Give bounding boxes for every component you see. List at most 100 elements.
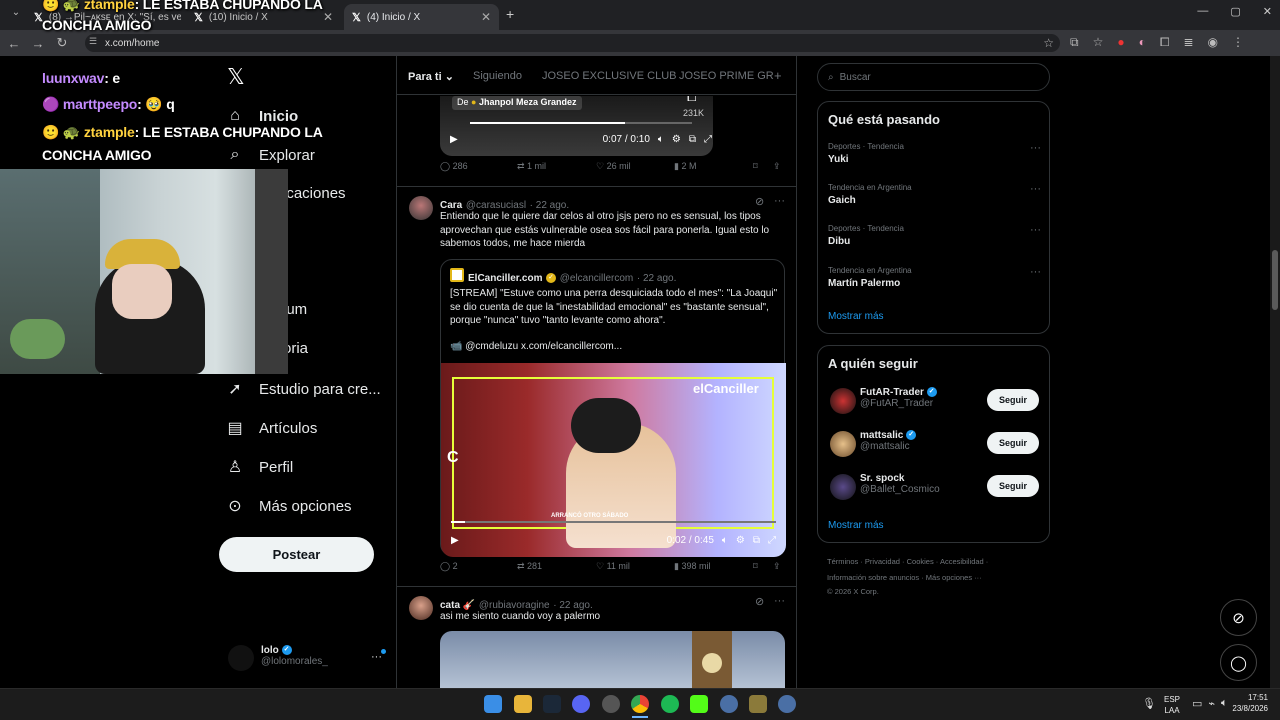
settings-icon[interactable]: ⚙: [736, 535, 745, 546]
tweet-image[interactable]: [440, 631, 785, 688]
back-icon[interactable]: ←: [2, 36, 26, 51]
install-app-icon[interactable]: ⧉: [1070, 35, 1079, 50]
follow-button[interactable]: Seguir: [987, 389, 1039, 411]
minecraft-icon[interactable]: [749, 695, 767, 713]
x-logo[interactable]: 𝕏: [227, 64, 245, 90]
sidebar-item-mas-opciones[interactable]: ⊙ Más opciones: [227, 496, 351, 516]
pip-icon[interactable]: ⧉: [689, 134, 696, 145]
app-icon[interactable]: [778, 695, 796, 713]
sidebar-item-notificaciones[interactable]: icaciones: [283, 185, 346, 202]
quoted-tweet[interactable]: ElCanciller.com ✓ @elcancillercom · 22 a…: [440, 259, 786, 557]
forward-icon[interactable]: →: [26, 36, 50, 51]
reload-icon[interactable]: ↻: [50, 35, 74, 51]
follow-user[interactable]: FutAR-Trader ✓ @FutAR_Trader: [860, 387, 937, 409]
steam-icon[interactable]: [543, 695, 561, 713]
sidebar-item-explorar[interactable]: ⌕ Explorar: [227, 146, 315, 164]
play-icon[interactable]: ▶: [450, 134, 458, 145]
obs-icon[interactable]: [602, 695, 620, 713]
trend-item[interactable]: Deportes · Tendencia Yuki ···: [828, 142, 1041, 165]
site-info-icon[interactable]: ☰: [89, 36, 97, 47]
account-switcher[interactable]: lolo ✓ @lolomorales_: [261, 645, 328, 667]
more-icon[interactable]: ···: [774, 595, 785, 607]
sidebar-item-estudio[interactable]: ➚ Estudio para cre...: [227, 379, 380, 399]
more-icon[interactable]: ···: [1030, 183, 1041, 195]
extension-avatar-icon[interactable]: ◐: [1139, 35, 1146, 50]
video-progress-track[interactable]: [451, 521, 776, 523]
avatar[interactable]: [409, 196, 433, 220]
network-icon[interactable]: ⌁: [1208, 697, 1215, 710]
address-bar[interactable]: ☰ x.com/home ☆: [85, 34, 1060, 52]
system-tray[interactable]: ▭ ⌁ 🔈︎: [1192, 697, 1228, 710]
close-tab-icon[interactable]: ✕: [481, 10, 491, 24]
avatar[interactable]: [228, 645, 254, 671]
messages-button[interactable]: ◯: [1220, 644, 1257, 681]
file-explorer-icon[interactable]: [514, 695, 532, 713]
close-window-icon[interactable]: ✕: [1263, 5, 1272, 18]
more-icon[interactable]: ···: [774, 195, 785, 207]
volume-icon[interactable]: 🔈︎: [722, 535, 728, 546]
follow-show-more-link[interactable]: Mostrar más: [828, 520, 884, 531]
settings-icon[interactable]: ⚙: [672, 134, 681, 145]
start-icon[interactable]: [484, 695, 502, 713]
language-indicator[interactable]: ESP LAA: [1164, 694, 1180, 716]
discord-icon[interactable]: [572, 695, 590, 713]
trend-item[interactable]: Deportes · Tendencia Dibu ···: [828, 224, 1041, 247]
like-button[interactable]: ♡ 11 mil: [596, 561, 630, 572]
bookmark-icon[interactable]: ⌑: [753, 161, 758, 172]
star-icon[interactable]: ☆: [1093, 35, 1104, 50]
volume-icon[interactable]: 🔈︎: [658, 134, 664, 145]
follow-button[interactable]: Seguir: [987, 432, 1039, 454]
repost-button[interactable]: ⇄ 281: [517, 561, 542, 572]
fullscreen-icon[interactable]: ⤢: [768, 535, 776, 546]
tab-search-icon[interactable]: ⌄: [4, 7, 28, 18]
views-button[interactable]: ▮ 2 M: [674, 161, 696, 172]
add-tab-icon[interactable]: +: [774, 68, 782, 83]
more-icon[interactable]: ···: [1030, 142, 1041, 154]
video-player[interactable]: De ● Jhanpol Meza Grandez ⧠ 231K ▶ 0:07 …: [440, 96, 713, 156]
more-icon[interactable]: ···: [1030, 224, 1041, 236]
sidebar-item-perfil[interactable]: ♙ Perfil: [227, 457, 293, 477]
kick-icon[interactable]: [690, 695, 708, 713]
display-icon[interactable]: ▭: [1192, 697, 1202, 710]
avatar[interactable]: [409, 596, 433, 620]
reply-button[interactable]: ◯ 2: [440, 561, 458, 572]
account-more-icon[interactable]: ···: [371, 651, 382, 663]
profile-avatar-icon[interactable]: ◉: [1208, 35, 1218, 50]
page-scrollbar[interactable]: [1270, 56, 1280, 688]
spotify-icon[interactable]: [661, 695, 679, 713]
grok-icon[interactable]: ⊘: [755, 195, 764, 208]
share-icon[interactable]: ⇪: [773, 561, 781, 572]
footer-links[interactable]: Información sobre anuncios · Más opcione…: [827, 573, 982, 582]
browser-tab-3[interactable]: 𝕏 (4) Inicio / X ✕: [344, 4, 499, 30]
bookmark-star-icon[interactable]: ☆: [1043, 36, 1054, 50]
tab-joseo-prime[interactable]: JOSEO PRIME GR: [679, 70, 774, 82]
video-player[interactable]: elCanciller C ARRANCÓ OTRO SÁBADO ▶ 0:02…: [441, 363, 786, 557]
app-icon[interactable]: [720, 695, 738, 713]
avatar[interactable]: [830, 388, 856, 414]
new-tab-button[interactable]: +: [506, 6, 514, 22]
extensions-puzzle-icon[interactable]: ⧠: [1160, 35, 1170, 50]
maximize-icon[interactable]: ▢: [1230, 5, 1240, 18]
search-input[interactable]: ⌕ Buscar: [817, 63, 1050, 91]
system-clock[interactable]: 17:51 23/8/2026: [1232, 692, 1268, 714]
views-button[interactable]: ▮ 398 mil: [674, 561, 710, 572]
microphone-icon[interactable]: 🎙︎: [1142, 697, 1156, 710]
share-icon[interactable]: ⇪: [773, 161, 781, 172]
like-button[interactable]: ♡ 26 mil: [596, 161, 631, 172]
tab-siguiendo[interactable]: Siguiendo: [473, 70, 522, 82]
close-tab-icon[interactable]: ✕: [323, 10, 333, 24]
sidebar-item-inicio[interactable]: ⌂ Inicio: [227, 107, 298, 125]
reply-button[interactable]: ◯ 286: [440, 161, 468, 172]
avatar[interactable]: [830, 474, 856, 500]
post-button[interactable]: Postear: [219, 537, 374, 572]
more-icon[interactable]: ···: [1030, 266, 1041, 278]
pip-icon[interactable]: ⧉: [753, 535, 760, 546]
extension-red-icon[interactable]: ●: [1117, 35, 1124, 50]
trends-show-more-link[interactable]: Mostrar más: [828, 311, 884, 322]
play-icon[interactable]: ▶: [451, 535, 459, 546]
browser-menu-icon[interactable]: ⋮: [1232, 35, 1244, 50]
footer-links[interactable]: Términos · Privacidad · Cookies · Accesi…: [827, 557, 988, 566]
repost-button[interactable]: ⇄ 1 mil: [517, 161, 546, 172]
minimize-icon[interactable]: —: [1197, 5, 1208, 18]
scrollbar-thumb[interactable]: [1272, 250, 1278, 310]
